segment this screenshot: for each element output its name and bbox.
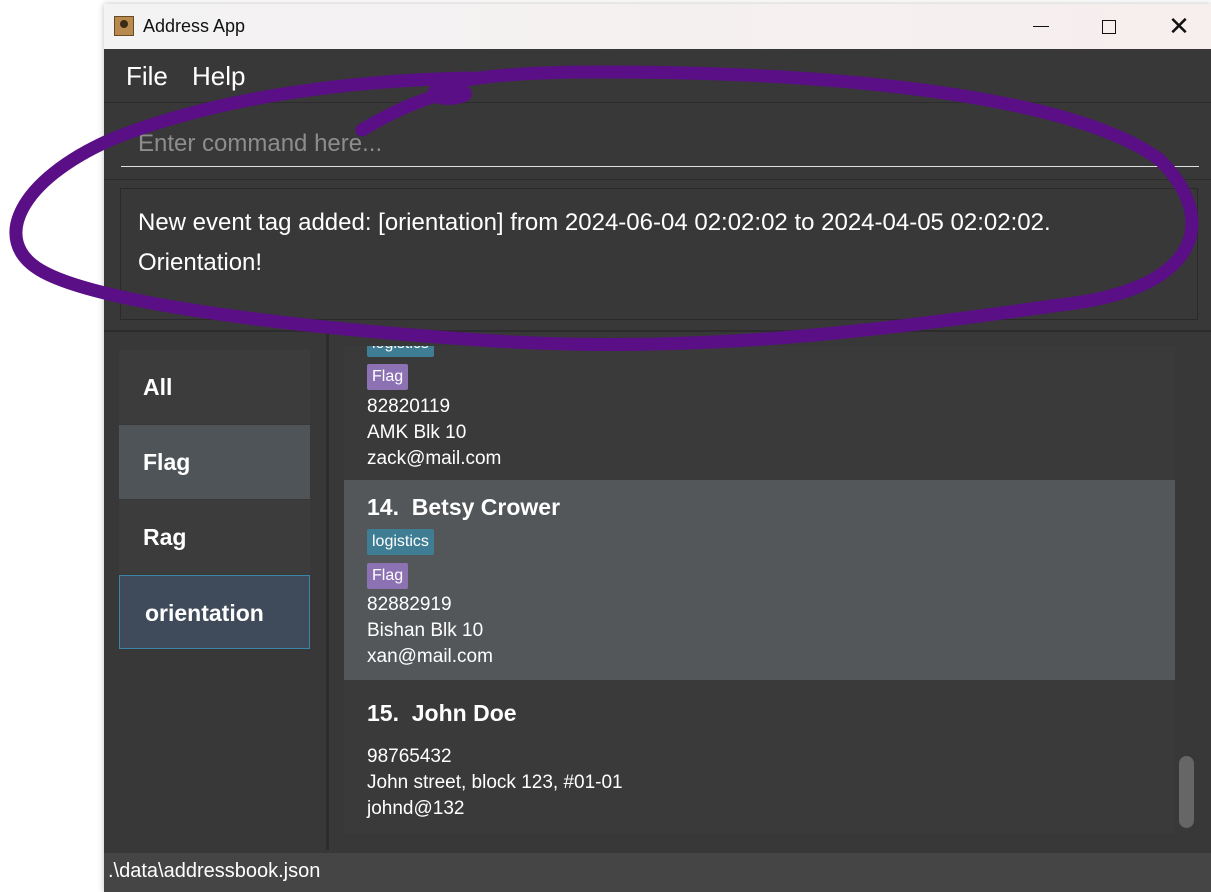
- contact-email: zack@mail.com: [367, 448, 502, 469]
- contact-index: 15.: [367, 700, 399, 726]
- status-bar: .\data\addressbook.json: [104, 853, 1211, 892]
- sidebar-item-flag[interactable]: Flag: [119, 425, 310, 499]
- close-icon: ✕: [1168, 11, 1190, 41]
- contact-name-text: John Doe: [411, 700, 517, 726]
- contact-phone: 82882919: [367, 594, 452, 615]
- result-text: New event tag added: [orientation] from …: [138, 203, 1178, 283]
- app-window: Address App ✕ File Help New event tag ad…: [104, 4, 1211, 892]
- contact-card[interactable]: 15. John Doe 98765432 John street, block…: [344, 680, 1175, 834]
- contact-name: 15. John Doe: [367, 700, 517, 727]
- tag-badge: Flag: [367, 563, 409, 589]
- title-bar: Address App ✕: [104, 4, 1211, 49]
- contact-address: AMK Blk 10: [367, 422, 467, 443]
- address-book-icon: [114, 16, 134, 36]
- contact-index: 14.: [367, 494, 399, 520]
- tag-badge: Flag: [367, 364, 409, 390]
- contact-phone: 82820119: [367, 396, 451, 417]
- contact-phone: 98765432: [367, 746, 452, 767]
- sidebar-item-rag[interactable]: Rag: [119, 500, 310, 574]
- contact-list: logistics Flag 82820119 AMK Blk 10 zack@…: [344, 346, 1175, 834]
- tag-badge: logistics: [367, 529, 434, 555]
- close-button[interactable]: ✕: [1144, 4, 1211, 49]
- tag-badge: logistics: [367, 346, 434, 357]
- window-title: Address App: [143, 16, 246, 36]
- result-area: New event tag added: [orientation] from …: [104, 180, 1211, 332]
- list-scrollbar[interactable]: [1179, 756, 1194, 828]
- contact-name-text: Betsy Crower: [411, 494, 561, 520]
- maximize-icon: [1102, 19, 1116, 34]
- command-area: [104, 103, 1211, 180]
- sidebar-item-all[interactable]: All: [119, 350, 310, 424]
- result-line-1: New event tag added: [orientation] from …: [138, 209, 1051, 236]
- sidebar-item-orientation[interactable]: orientation: [119, 575, 310, 649]
- minimize-icon: [1033, 26, 1049, 27]
- contact-card[interactable]: logistics Flag 82820119 AMK Blk 10 zack@…: [344, 346, 1175, 479]
- menu-bar: File Help: [104, 49, 1211, 103]
- minimize-button[interactable]: [1006, 4, 1076, 49]
- contact-address: John street, block 123, #01-01: [367, 772, 623, 793]
- maximize-button[interactable]: [1074, 4, 1144, 49]
- contact-address: Bishan Blk 10: [367, 620, 484, 641]
- contact-email: xan@mail.com: [367, 646, 493, 667]
- contact-card[interactable]: 14. Betsy Crower logistics Flag 82882919…: [344, 480, 1175, 680]
- menu-file[interactable]: File: [126, 61, 168, 92]
- tag-sidebar: All Flag Rag orientation: [104, 332, 329, 850]
- contact-name: 14. Betsy Crower: [367, 494, 560, 521]
- menu-help[interactable]: Help: [192, 61, 245, 92]
- result-line-2: Orientation!: [138, 249, 263, 276]
- command-input[interactable]: [121, 121, 1199, 167]
- result-display: New event tag added: [orientation] from …: [120, 188, 1198, 320]
- save-location: .\data\addressbook.json: [108, 860, 321, 882]
- contact-email: johnd@132: [367, 798, 465, 819]
